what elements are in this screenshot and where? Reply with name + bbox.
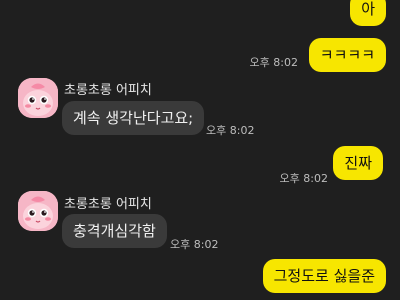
message-time: 오후 8:02 <box>170 238 219 251</box>
sender-name: 초롱초롱 어피치 <box>64 197 152 212</box>
my-message-bubble[interactable]: 진짜 <box>333 146 383 180</box>
message-time: 오후 8:02 <box>249 56 298 69</box>
chat-area: 아 오후 8:02 ㅋㅋㅋㅋ 초롱초롱 어피치 계속 생각난다고요; 오후 8:… <box>0 0 400 300</box>
apeach-avatar[interactable] <box>18 191 58 231</box>
message-time: 오후 8:02 <box>279 172 328 185</box>
my-message-bubble[interactable]: 그정도로 싫을준 <box>262 259 386 293</box>
apeach-avatar-icon <box>18 191 58 231</box>
their-message-bubble[interactable]: 계속 생각난다고요; <box>62 101 205 135</box>
sender-name: 초롱초롱 어피치 <box>64 83 152 98</box>
their-message-bubble[interactable]: 충격개심각함 <box>62 214 167 248</box>
apeach-avatar[interactable] <box>18 78 58 118</box>
my-message-bubble[interactable]: ㅋㅋㅋㅋ <box>308 38 386 72</box>
apeach-avatar-icon <box>18 78 58 118</box>
message-time: 오후 8:02 <box>206 124 255 137</box>
my-message-bubble[interactable]: 아 <box>350 0 386 26</box>
